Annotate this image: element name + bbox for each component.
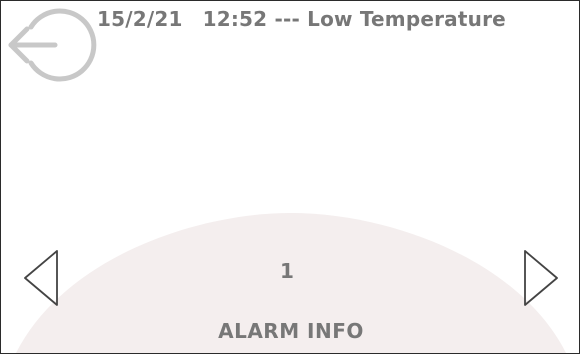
section-title: ALARM INFO [218, 319, 364, 343]
alarm-separator: --- [274, 7, 300, 31]
next-button[interactable] [519, 247, 563, 309]
alarm-screen: 15/2/21 12:52 --- Low Temperature 1 ALARM… [0, 0, 580, 354]
previous-button[interactable] [19, 247, 63, 309]
alarm-message: Low Temperature [307, 7, 506, 31]
alarm-date: 15/2/21 [97, 7, 183, 31]
chevron-right-icon [524, 250, 558, 306]
alarm-time: 12:52 [202, 7, 268, 31]
back-exit-icon [8, 8, 97, 82]
page-number: 1 [280, 259, 294, 283]
back-button[interactable] [5, 7, 97, 83]
chevron-left-icon [24, 250, 58, 306]
alarm-header: 15/2/21 12:52 --- Low Temperature [97, 7, 506, 31]
